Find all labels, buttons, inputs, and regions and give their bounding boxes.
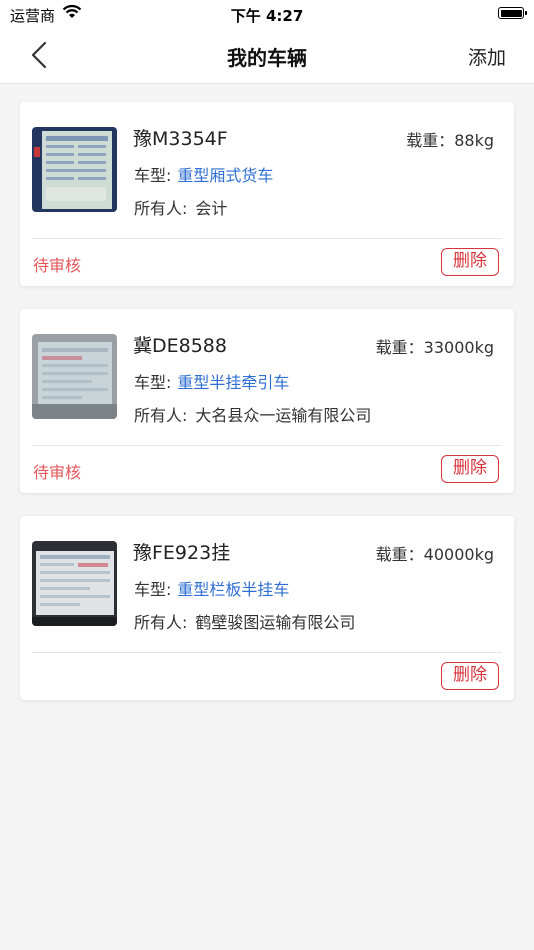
vehicle-license-photo <box>32 541 117 626</box>
review-status: 待审核 <box>33 256 82 275</box>
vehicle-owner-label: 所有人: <box>134 199 188 218</box>
vehicle-type-value: 重型半挂牵引车 <box>177 373 290 392</box>
vehicle-owner-row: 所有人: 会计 <box>134 195 227 219</box>
vehicle-load: 载重：40000kg <box>375 545 494 564</box>
card-divider <box>32 238 502 239</box>
vehicle-list: 豫M3354F 载重：88kg 车型: 重型厢式货车 所有人: 会计 待审核 删除 <box>20 102 514 723</box>
vehicle-license-photo <box>32 334 117 419</box>
page-title: 我的车辆 <box>227 46 307 70</box>
vehicle-license-photo <box>32 127 117 212</box>
plate-number: 冀DE8588 <box>133 335 227 357</box>
plate-number: 豫M3354F <box>133 128 228 150</box>
vehicle-type-value: 重型栏板半挂车 <box>177 580 290 599</box>
delete-button[interactable]: 删除 <box>441 455 499 483</box>
vehicle-load: 载重：88kg <box>406 131 494 150</box>
vehicle-type-row: 车型: 重型厢式货车 <box>134 162 273 186</box>
vehicle-type-row: 车型: 重型半挂牵引车 <box>134 369 289 393</box>
card-divider <box>32 652 502 653</box>
vehicle-card[interactable]: 豫M3354F 载重：88kg 车型: 重型厢式货车 所有人: 会计 待审核 删除 <box>20 102 514 286</box>
clock: 下午 4:27 <box>230 7 304 25</box>
navigation-bar: 我的车辆 添加 <box>0 28 534 84</box>
battery-icon <box>498 7 527 19</box>
vehicle-owner-row: 所有人: 大名县众一运输有限公司 <box>134 402 371 426</box>
review-status: 待审核 <box>33 463 82 482</box>
delete-button[interactable]: 删除 <box>441 248 499 276</box>
vehicle-type-row: 车型: 重型栏板半挂车 <box>134 576 289 600</box>
vehicle-card[interactable]: 冀DE8588 载重：33000kg 车型: 重型半挂牵引车 所有人: 大名县众一运… <box>20 309 514 493</box>
delete-button[interactable]: 删除 <box>441 662 499 690</box>
vehicle-owner-value: 会计 <box>195 199 228 218</box>
vehicle-owner-value: 大名县众一运输有限公司 <box>195 406 372 425</box>
vehicle-type-label: 车型: <box>134 373 172 392</box>
vehicle-card[interactable]: 豫FE923挂 载重：40000kg 车型: 重型栏板半挂车 所有人: 鹤壁骏图运输… <box>20 516 514 700</box>
vehicle-type-label: 车型: <box>134 580 172 599</box>
vehicle-load: 载重：33000kg <box>375 338 494 357</box>
vehicle-owner-label: 所有人: <box>134 613 188 632</box>
vehicle-owner-row: 所有人: 鹤壁骏图运输有限公司 <box>134 609 355 633</box>
vehicle-owner-label: 所有人: <box>134 406 188 425</box>
add-vehicle-button[interactable]: 添加 <box>468 43 506 70</box>
card-divider <box>32 445 502 446</box>
vehicle-owner-value: 鹤壁骏图运输有限公司 <box>195 613 356 632</box>
vehicle-type-label: 车型: <box>134 166 172 185</box>
vehicle-type-value: 重型厢式货车 <box>177 166 274 185</box>
status-bar: 运营商 下午 4:27 <box>0 0 534 28</box>
plate-number: 豫FE923挂 <box>133 542 231 564</box>
